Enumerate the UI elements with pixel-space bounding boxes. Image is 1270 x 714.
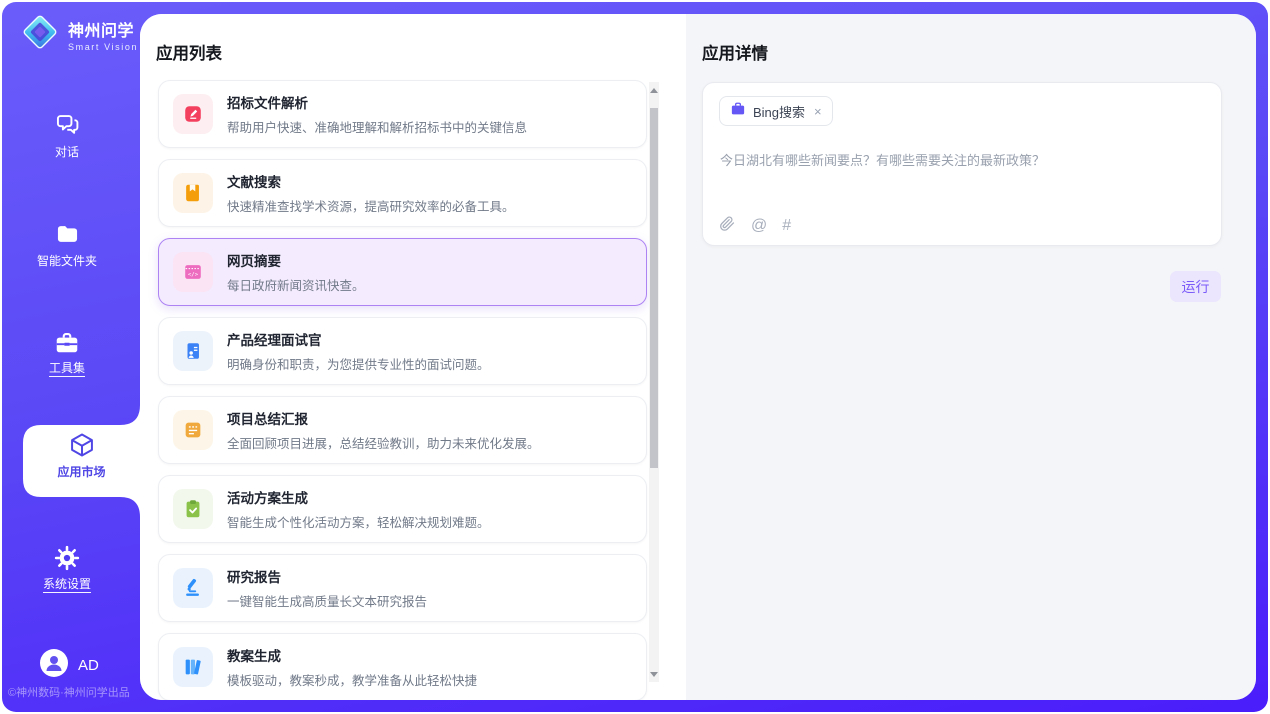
brand-subtitle: Smart Vision <box>68 42 138 52</box>
diamond-logo-icon <box>20 12 60 57</box>
query-text[interactable]: 今日湖北有哪些新闻要点？有哪些需要关注的最新政策？ <box>720 150 1200 169</box>
app-card-desc: 明确身份和职责，为您提供专业性的面试问题。 <box>227 354 490 373</box>
app-detail-title: 应用详情 <box>702 40 768 64</box>
clipboard-check-icon <box>173 489 213 529</box>
cube-icon[interactable] <box>23 431 140 464</box>
app-card-research-report[interactable]: 研究报告 一键智能生成高质量长文本研究报告 <box>158 554 647 622</box>
app-card-literature-search[interactable]: 文献搜索 快速精准查找学术资源，提高研究效率的必备工具。 <box>158 159 647 227</box>
sidebar-item-smart-folder[interactable]: 智能文件夹 <box>0 252 134 269</box>
app-card-title: 网页摘要 <box>227 250 365 270</box>
app-list-title: 应用列表 <box>156 40 222 64</box>
browser-window-icon: </> <box>173 252 213 292</box>
app-card-title: 项目总结汇报 <box>227 408 540 428</box>
tool-chip-bing-search[interactable]: Bing搜索 × <box>719 96 833 126</box>
app-card-list: 招标文件解析 帮助用户快速、准确地理解和解析招标书中的关键信息 文献搜索 快速精… <box>158 80 647 700</box>
scroll-down-arrow[interactable] <box>649 668 659 680</box>
app-card-title: 活动方案生成 <box>227 487 490 507</box>
brand-name: 神州问学 <box>68 17 138 41</box>
app-card-title: 招标文件解析 <box>227 92 527 112</box>
scrollbar-thumb[interactable] <box>650 108 658 468</box>
gear-icon[interactable] <box>0 544 134 577</box>
book-icon <box>173 173 213 213</box>
app-card-desc: 全面回顾项目进展，总结经验教训，助力未来优化发展。 <box>227 433 540 452</box>
user-account[interactable]: AD <box>40 649 99 682</box>
app-card-desc: 模板驱动，教案秒成，教学准备从此轻松快捷 <box>227 670 477 689</box>
app-card-desc: 一键智能生成高质量长文本研究报告 <box>227 591 427 610</box>
app-detail-card: Bing搜索 × 今日湖北有哪些新闻要点？有哪些需要关注的最新政策？ @ # <box>702 82 1222 246</box>
app-list-panel: 应用列表 招标文件解析 帮助用户快速、准确地理解和解析招标书中的关键信息 <box>140 14 686 700</box>
svg-text:</>: </> <box>188 272 199 278</box>
chip-close-icon[interactable]: × <box>814 104 822 119</box>
main-content: 应用列表 招标文件解析 帮助用户快速、准确地理解和解析招标书中的关键信息 <box>140 14 1256 700</box>
hash-icon[interactable]: # <box>782 217 791 235</box>
app-card-webpage-summary[interactable]: </> 网页摘要 每日政府新闻资讯快查。 <box>158 238 647 306</box>
mention-icon[interactable]: @ <box>751 217 767 235</box>
brand-logo: 神州问学 Smart Vision <box>20 12 138 57</box>
run-button[interactable]: 运行 <box>1170 271 1221 302</box>
sidebar-item-app-market[interactable]: 应用市场 <box>23 463 140 480</box>
input-toolbar: @ # <box>719 215 791 237</box>
paperclip-icon[interactable] <box>719 215 736 237</box>
books-icon <box>173 647 213 687</box>
note-icon <box>173 410 213 450</box>
scroll-up-arrow[interactable] <box>649 84 659 96</box>
app-card-lesson-plan[interactable]: 教案生成 模板驱动，教案秒成，教学准备从此轻松快捷 <box>158 633 647 700</box>
avatar <box>40 649 68 682</box>
user-initials: AD <box>78 657 99 674</box>
app-card-title: 教案生成 <box>227 645 477 665</box>
app-card-desc: 快速精准查找学术资源，提高研究效率的必备工具。 <box>227 196 515 215</box>
app-card-desc: 智能生成个性化活动方案，轻松解决规划难题。 <box>227 512 490 531</box>
microscope-icon <box>173 568 213 608</box>
app-card-pm-interviewer[interactable]: 产品经理面试官 明确身份和职责，为您提供专业性的面试问题。 <box>158 317 647 385</box>
folder-icon[interactable] <box>0 221 134 253</box>
app-card-title: 研究报告 <box>227 566 427 586</box>
app-card-event-plan[interactable]: 活动方案生成 智能生成个性化活动方案，轻松解决规划难题。 <box>158 475 647 543</box>
app-card-desc: 每日政府新闻资讯快查。 <box>227 275 365 294</box>
app-card-desc: 帮助用户快速、准确地理解和解析招标书中的关键信息 <box>227 117 527 136</box>
app-card-title: 产品经理面试官 <box>227 329 490 349</box>
app-card-project-summary[interactable]: 项目总结汇报 全面回顾项目进展，总结经验教训，助力未来优化发展。 <box>158 396 647 464</box>
interviewer-doc-icon <box>173 331 213 371</box>
copyright-text: ©神州数码·神州问学出品 <box>8 684 140 700</box>
app-card-bid-doc-parsing[interactable]: 招标文件解析 帮助用户快速、准确地理解和解析招标书中的关键信息 <box>158 80 647 148</box>
sidebar-item-chat[interactable]: 对话 <box>0 143 134 160</box>
sidebar-item-toolset[interactable]: 工具集 <box>0 359 134 376</box>
pencil-square-icon <box>173 94 213 134</box>
briefcase-icon <box>730 101 746 122</box>
sidebar-item-settings[interactable]: 系统设置 <box>0 575 134 592</box>
app-card-title: 文献搜索 <box>227 171 515 191</box>
app-list-scrollbar[interactable] <box>649 82 659 682</box>
chat-icon[interactable] <box>0 111 134 143</box>
app-detail-panel: 应用详情 Bing搜索 × 今日湖北有哪些新闻要点？有哪些需要关注的最新政策？ <box>686 14 1256 700</box>
tool-chip-label: Bing搜索 <box>753 102 805 121</box>
app-window: 神州问学 Smart Vision 对话 智能文件夹 工具集 <box>0 0 1270 714</box>
